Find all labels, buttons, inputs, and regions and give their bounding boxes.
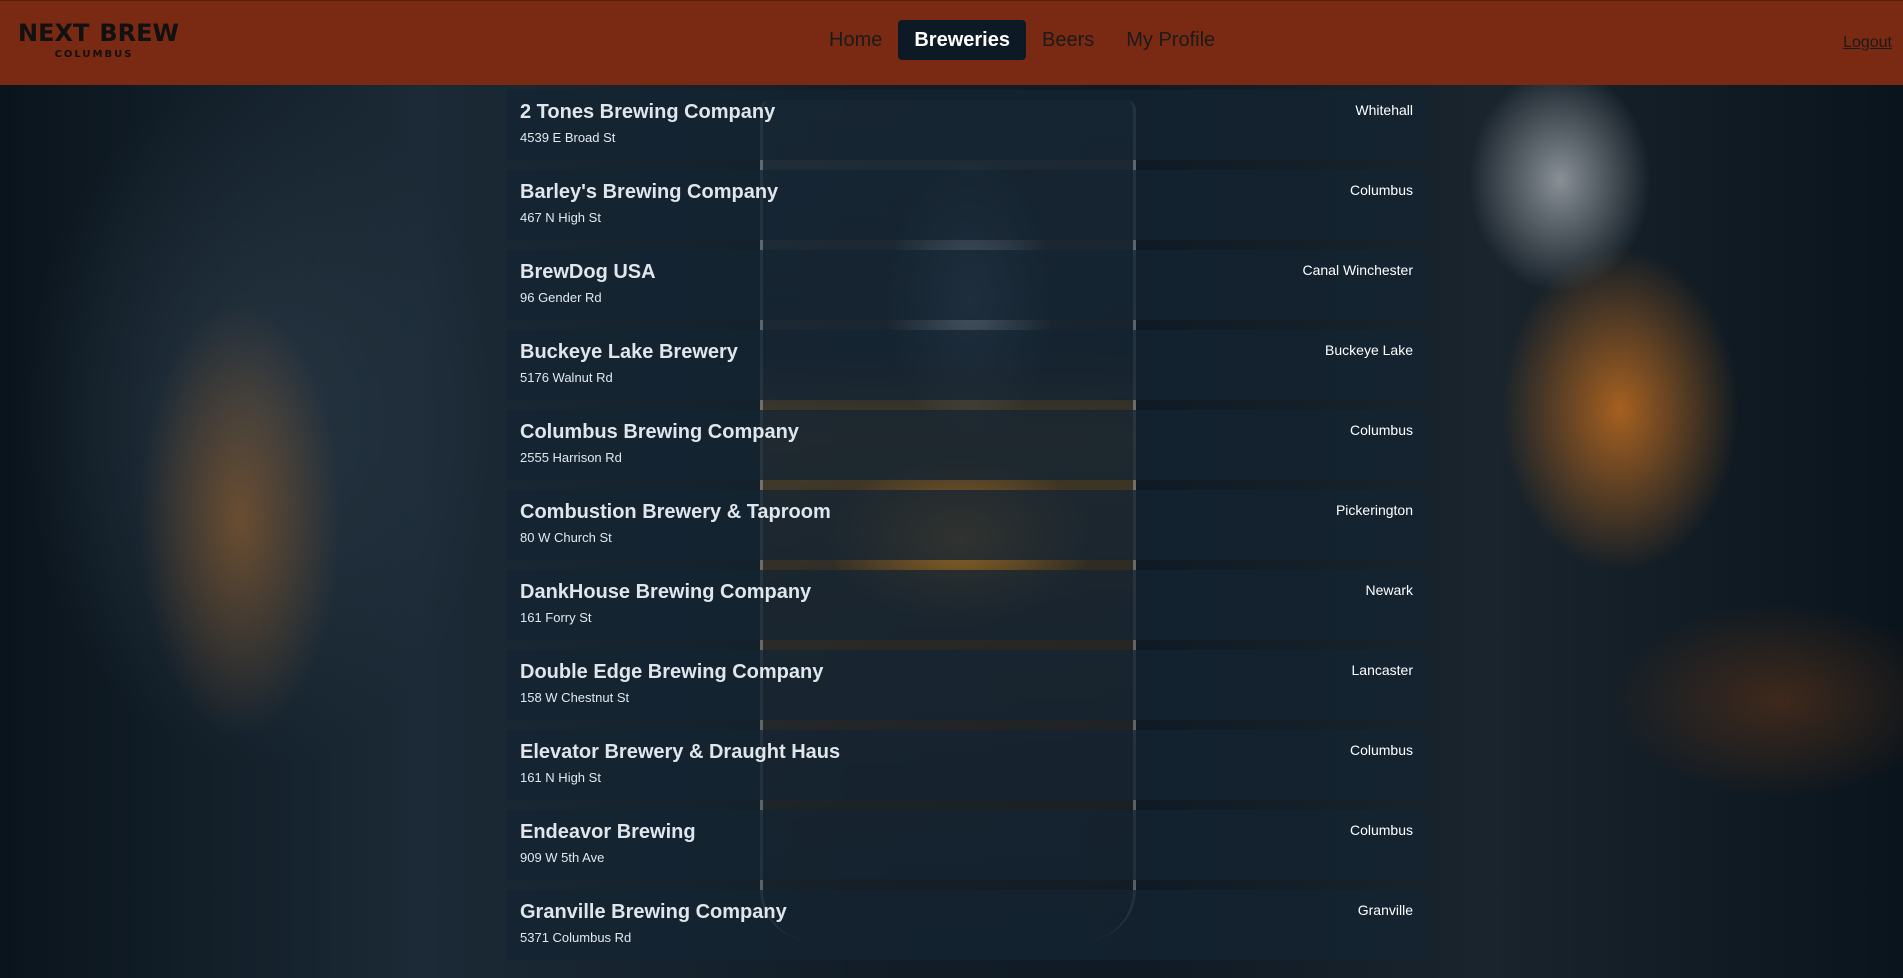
- brewery-address: 161 Forry St: [520, 610, 592, 625]
- brewery-city: Granville: [1357, 902, 1413, 918]
- brewery-name: Buckeye Lake Brewery: [520, 341, 738, 363]
- brewery-name: Granville Brewing Company: [520, 901, 787, 923]
- brewery-name: Endeavor Brewing: [520, 821, 696, 843]
- brewery-name: Double Edge Brewing Company: [520, 661, 824, 683]
- brewery-city: Columbus: [1349, 742, 1413, 758]
- brewery-city: Newark: [1365, 582, 1413, 598]
- brewery-address: 96 Gender Rd: [520, 290, 602, 305]
- brewery-address: 161 N High St: [520, 770, 601, 785]
- brewery-card[interactable]: Granville Brewing Company 5371 Columbus …: [506, 890, 1429, 960]
- brewery-city: Columbus: [1349, 422, 1413, 438]
- brewery-city: Lancaster: [1351, 662, 1413, 678]
- nav-home[interactable]: Home: [813, 20, 898, 60]
- brewery-address: 5371 Columbus Rd: [520, 930, 632, 945]
- top-navbar: NEXT BREW COLUMBUS Home Breweries Beers …: [0, 0, 1903, 85]
- brewery-address: 467 N High St: [520, 210, 601, 225]
- brewery-card[interactable]: Endeavor Brewing 909 W 5th Ave Columbus: [506, 810, 1429, 880]
- brewery-address: 5176 Walnut Rd: [520, 370, 613, 385]
- brewery-name: Combustion Brewery & Taproom: [520, 501, 831, 523]
- brewery-address: 80 W Church St: [520, 530, 612, 545]
- brewery-card[interactable]: Elevator Brewery & Draught Haus 161 N Hi…: [506, 730, 1429, 800]
- brewery-card[interactable]: Double Edge Brewing Company 158 W Chestn…: [506, 650, 1429, 720]
- brewery-city: Whitehall: [1355, 102, 1413, 118]
- brewery-card[interactable]: Barley's Brewing Company 467 N High St C…: [506, 170, 1429, 240]
- brand-logo[interactable]: NEXT BREW COLUMBUS: [18, 19, 179, 71]
- brewery-city: Canal Winchester: [1302, 262, 1414, 278]
- brewery-name: Barley's Brewing Company: [520, 181, 779, 203]
- brewery-card[interactable]: DankHouse Brewing Company 161 Forry St N…: [506, 570, 1429, 640]
- logo-subtitle: COLUMBUS: [54, 49, 134, 60]
- brewery-name: Columbus Brewing Company: [520, 421, 799, 443]
- brewery-address: 909 W 5th Ave: [520, 850, 605, 865]
- brewery-list: 2 Tones Brewing Company 4539 E Broad St …: [506, 90, 1429, 970]
- brewery-card[interactable]: Combustion Brewery & Taproom 80 W Church…: [506, 490, 1429, 560]
- brewery-card[interactable]: Columbus Brewing Company 2555 Harrison R…: [506, 410, 1429, 480]
- brewery-card[interactable]: 2 Tones Brewing Company 4539 E Broad St …: [506, 90, 1429, 160]
- brewery-city: Columbus: [1349, 822, 1413, 838]
- logout-link[interactable]: Logout: [1843, 34, 1892, 52]
- brewery-name: BrewDog USA: [520, 261, 656, 283]
- logo-text-right: BREW: [99, 19, 179, 47]
- brewery-card[interactable]: BrewDog USA 96 Gender Rd Canal Wincheste…: [506, 250, 1429, 320]
- brewery-city: Pickerington: [1335, 502, 1413, 518]
- brewery-city: Columbus: [1349, 182, 1413, 198]
- brewery-address: 2555 Harrison Rd: [520, 450, 622, 465]
- brewery-address: 158 W Chestnut St: [520, 690, 630, 705]
- brewery-name: DankHouse Brewing Company: [520, 581, 812, 603]
- brewery-name: 2 Tones Brewing Company: [520, 101, 776, 123]
- brewery-name: Elevator Brewery & Draught Haus: [520, 741, 841, 763]
- brewery-address: 4539 E Broad St: [520, 130, 616, 145]
- logo-wordmark: NEXT BREW: [18, 19, 179, 47]
- nav-my-profile[interactable]: My Profile: [1110, 20, 1231, 60]
- logo-text-left: NEXT: [18, 19, 90, 47]
- brewery-card[interactable]: Buckeye Lake Brewery 5176 Walnut Rd Buck…: [506, 330, 1429, 400]
- nav-breweries[interactable]: Breweries: [898, 20, 1026, 60]
- brewery-city: Buckeye Lake: [1325, 342, 1413, 358]
- main-nav: Home Breweries Beers My Profile: [813, 20, 1231, 60]
- nav-beers[interactable]: Beers: [1026, 20, 1110, 60]
